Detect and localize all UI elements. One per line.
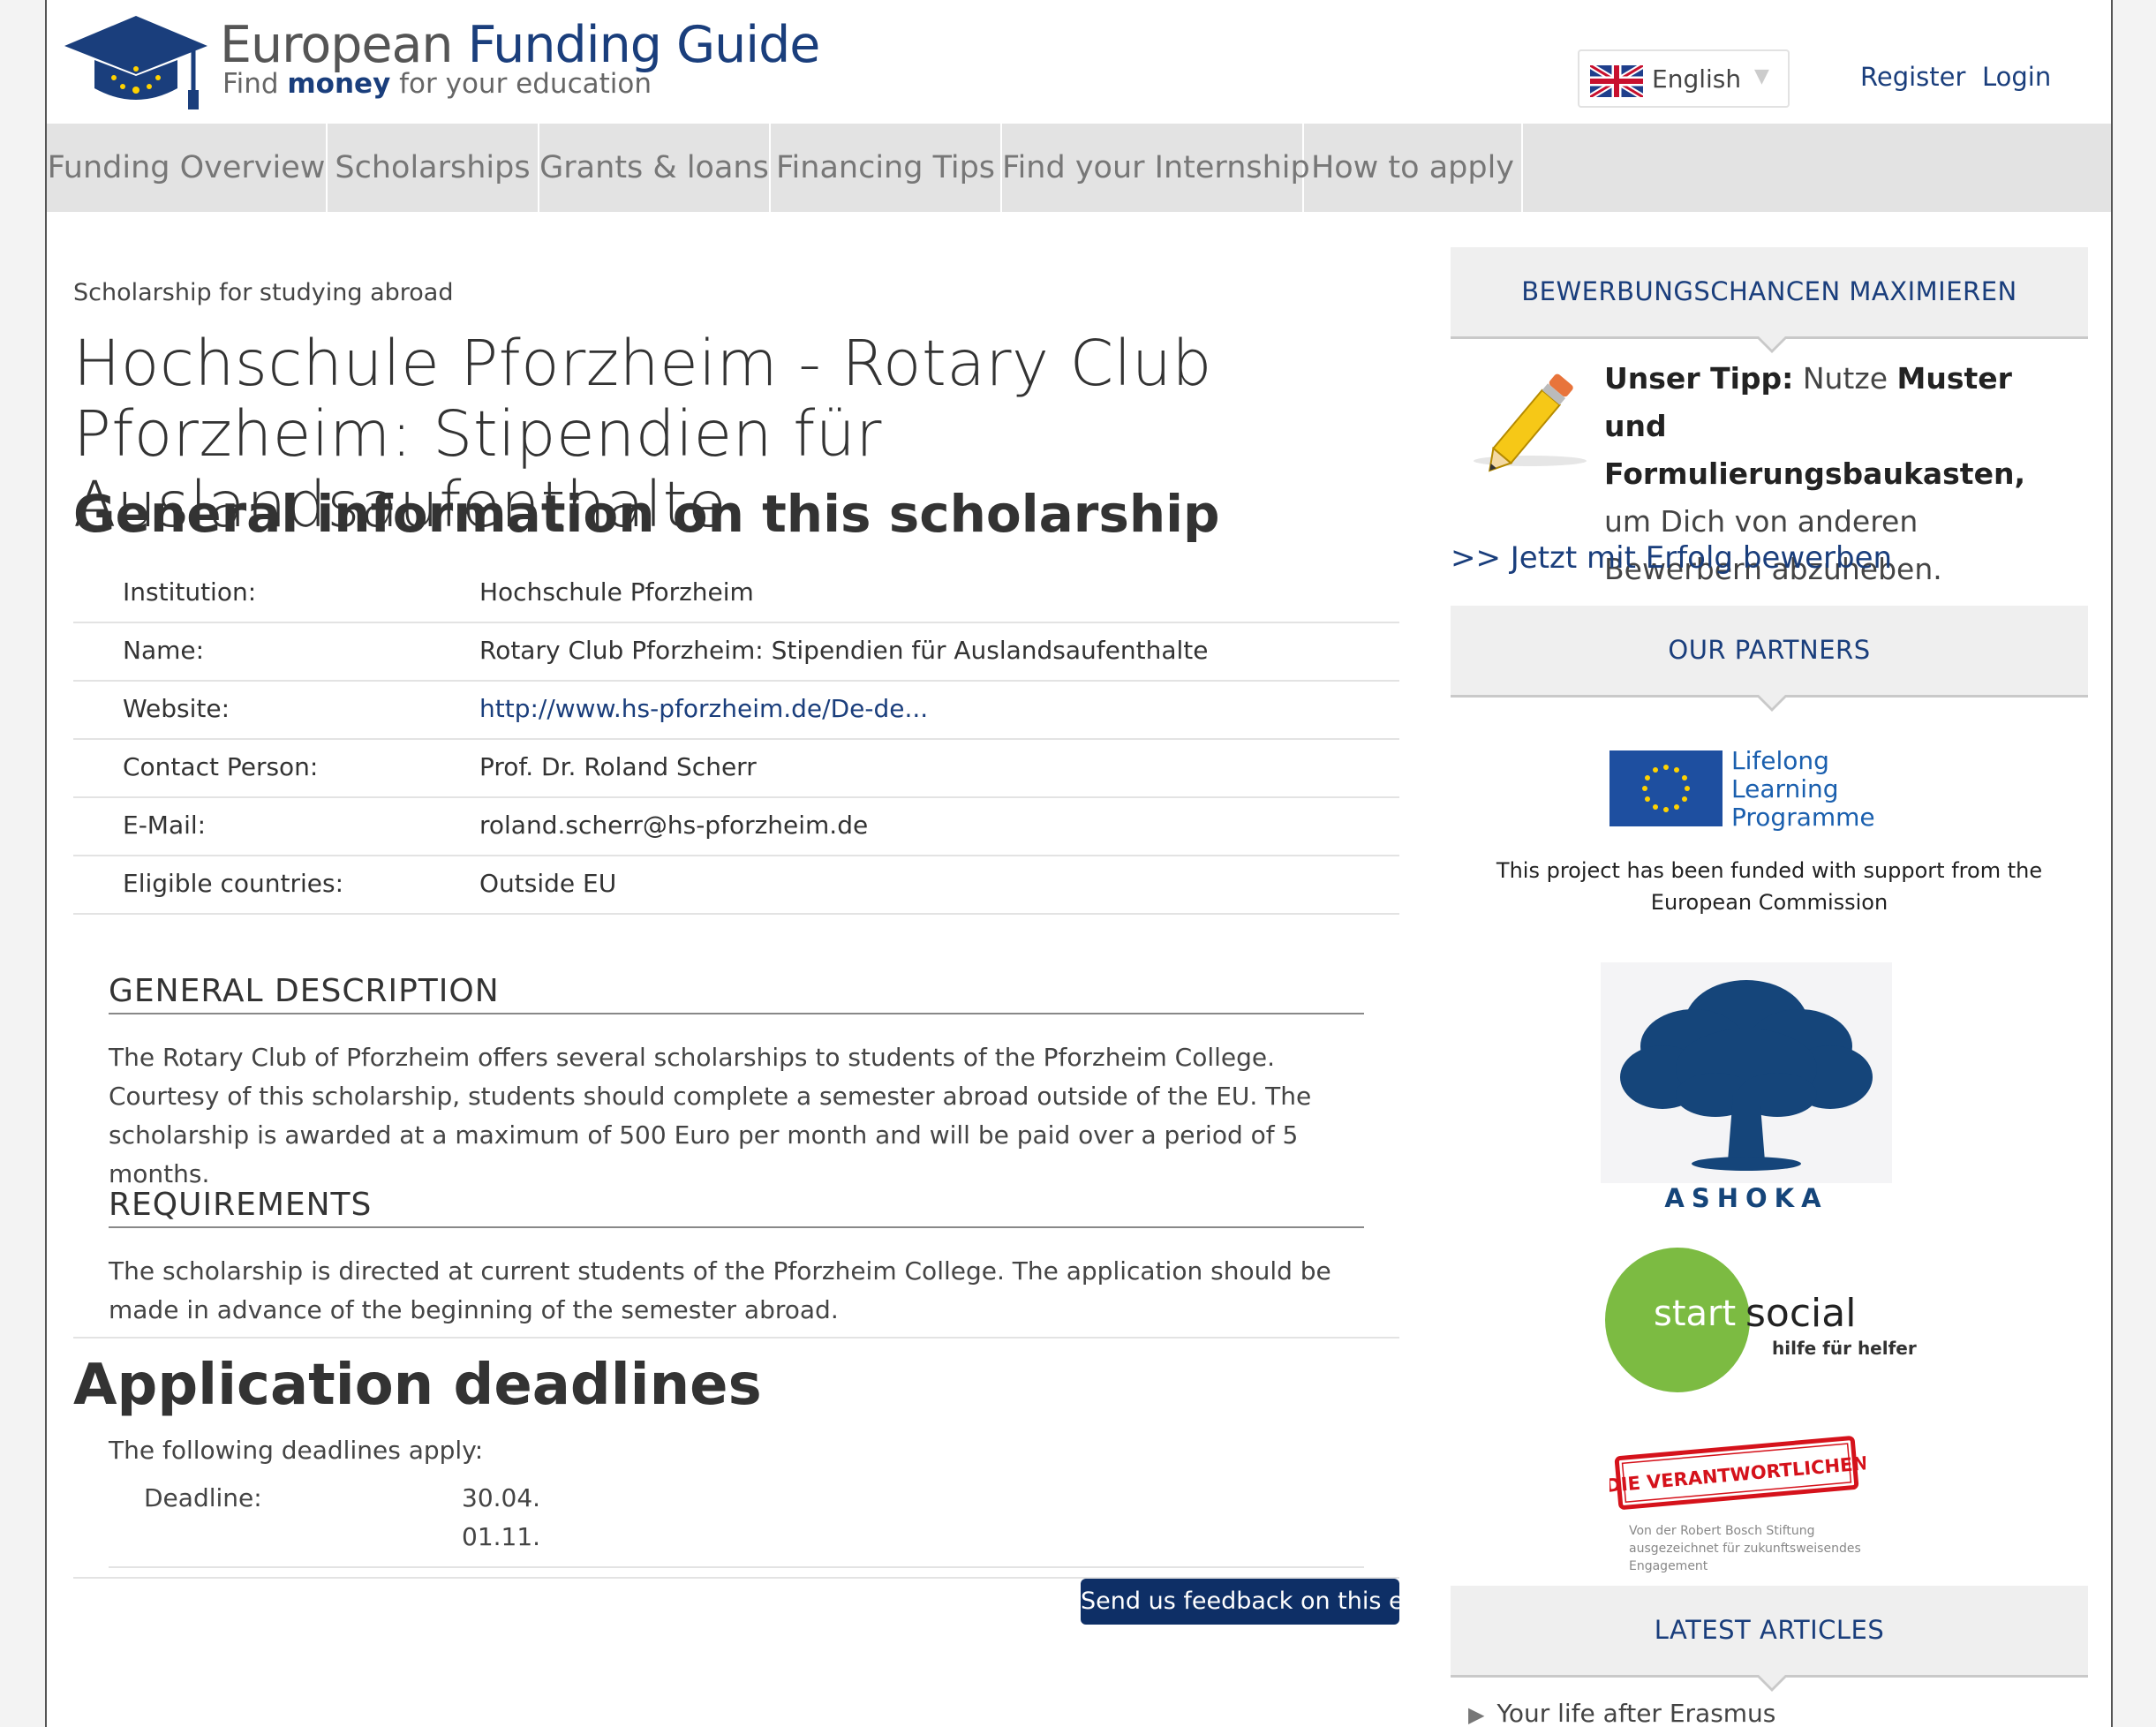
deadlines-intro: The following deadlines apply: xyxy=(109,1436,484,1465)
info-value: Prof. Dr. Roland Scherr xyxy=(479,752,757,781)
funding-notice: This project has been funded with suppor… xyxy=(1496,858,2043,915)
divider xyxy=(109,1566,1364,1568)
tips-box-header: BEWERBUNGSCHANCEN MAXIMIEREN xyxy=(1451,247,2088,353)
info-label: Website: xyxy=(123,694,230,723)
register-link[interactable]: Register xyxy=(1860,62,1965,92)
requirements-text: The scholarship is directed at current s… xyxy=(109,1256,1331,1324)
graduation-cap-icon xyxy=(64,16,207,109)
info-label: Contact Person: xyxy=(123,752,319,781)
die-verantwortlichen-stamp[interactable]: DIE VERANTWORTLICHEN xyxy=(1609,1430,1866,1515)
ashoka-logo-text: ASHOKA xyxy=(1664,1183,1828,1213)
nav-financing-tips[interactable]: Financing Tips xyxy=(771,124,1002,212)
main-nav: Funding Overview Scholarships Grants & l… xyxy=(47,124,2111,212)
info-row-institution: Institution: Hochschule Pforzheim xyxy=(73,565,1399,623)
notch-decoration xyxy=(1759,695,1785,708)
deadline-date: 30.04. xyxy=(462,1483,541,1512)
deadlines-heading: Application deadlines xyxy=(73,1353,762,1418)
llp-logo-text: Lifelong Learning Programme xyxy=(1731,746,1875,832)
info-row-countries: Eligible countries: Outside EU xyxy=(73,856,1399,915)
page: European Funding Guide Find money for yo… xyxy=(45,0,2113,1727)
nav-funding-overview[interactable]: Funding Overview xyxy=(47,124,328,212)
tips-box-title: BEWERBUNGSCHANCEN MAXIMIEREN xyxy=(1521,276,2017,306)
article-link[interactable]: ▶ Your life after Erasmus xyxy=(1468,1699,1775,1727)
info-table: Institution: Hochschule Pforzheim Name: … xyxy=(73,565,1399,915)
info-label: Eligible countries: xyxy=(123,869,344,898)
feedback-button[interactable]: Send us feedback on this entry xyxy=(1081,1579,1451,1625)
nav-how-to-apply[interactable]: How to apply xyxy=(1304,124,1523,212)
general-description-heading: GENERAL DESCRIPTION xyxy=(109,973,1364,1014)
deadline-date: 01.11. xyxy=(462,1522,541,1551)
site-title: European Funding Guide xyxy=(220,16,820,74)
startsocial-start-text: start xyxy=(1654,1293,1737,1334)
triangle-right-icon: ▶ xyxy=(1468,1702,1485,1727)
info-label: Institution: xyxy=(123,577,257,607)
divider xyxy=(73,1337,1399,1339)
chevron-down-icon: ▼ xyxy=(1754,65,1769,87)
eu-flag-icon[interactable] xyxy=(1609,750,1723,826)
info-value: Hochschule Pforzheim xyxy=(479,577,754,607)
info-value: Rotary Club Pforzheim: Stipendien für Au… xyxy=(479,636,1209,665)
notch-decoration xyxy=(1759,1675,1785,1688)
info-row-website: Website: http://www.hs-pforzheim.de/De-d… xyxy=(73,682,1399,740)
pencil-icon xyxy=(1474,373,1587,472)
info-label: Name: xyxy=(123,636,205,665)
ashoka-tree-logo[interactable] xyxy=(1601,962,1892,1183)
info-label: E-Mail: xyxy=(123,811,207,840)
uk-flag-icon xyxy=(1590,65,1643,97)
breadcrumb: Scholarship for studying abroad xyxy=(73,279,454,306)
info-row-contact: Contact Person: Prof. Dr. Roland Scherr xyxy=(73,740,1399,798)
general-description-text: The Rotary Club of Pforzheim offers seve… xyxy=(109,1043,1312,1188)
info-value: Outside EU xyxy=(479,869,617,898)
partners-box-title: OUR PARTNERS xyxy=(1668,635,1871,665)
language-label: English xyxy=(1652,64,1742,94)
apply-success-link[interactable]: >> Jetzt mit Erfolg bewerben xyxy=(1451,540,1892,576)
page-subtitle: General information on this scholarship xyxy=(73,484,1220,544)
website-link[interactable]: http://www.hs-pforzheim.de/De-de... xyxy=(479,694,928,723)
partners-box-header: OUR PARTNERS xyxy=(1451,606,2088,712)
requirements-heading: REQUIREMENTS xyxy=(109,1187,1364,1228)
site-logo[interactable]: European Funding Guide Find money for yo… xyxy=(61,12,856,114)
bosch-award-text: Von der Robert Bosch Stiftung ausgezeich… xyxy=(1629,1524,1861,1573)
notch-decoration xyxy=(1759,336,1785,350)
articles-box-header: LATEST ARTICLES xyxy=(1451,1586,2088,1692)
info-row-email: E-Mail: roland.scherr@hs-pforzheim.de xyxy=(73,798,1399,856)
nav-find-internship[interactable]: Find your Internship xyxy=(1002,124,1310,212)
articles-box-title: LATEST ARTICLES xyxy=(1654,1615,1885,1645)
startsocial-social-text: social xyxy=(1745,1291,1857,1336)
startsocial-tagline: hilfe für helfer xyxy=(1772,1338,1917,1359)
login-link[interactable]: Login xyxy=(1982,62,2051,92)
site-tagline: Find money for your education xyxy=(222,68,652,100)
language-select[interactable]: English ▼ xyxy=(1578,49,1790,108)
info-row-name: Name: Rotary Club Pforzheim: Stipendien … xyxy=(73,623,1399,682)
deadline-label: Deadline: xyxy=(144,1483,262,1512)
nav-scholarships[interactable]: Scholarships xyxy=(328,124,539,212)
info-value: roland.scherr@hs-pforzheim.de xyxy=(479,811,869,840)
nav-grants-loans[interactable]: Grants & loans xyxy=(539,124,771,212)
